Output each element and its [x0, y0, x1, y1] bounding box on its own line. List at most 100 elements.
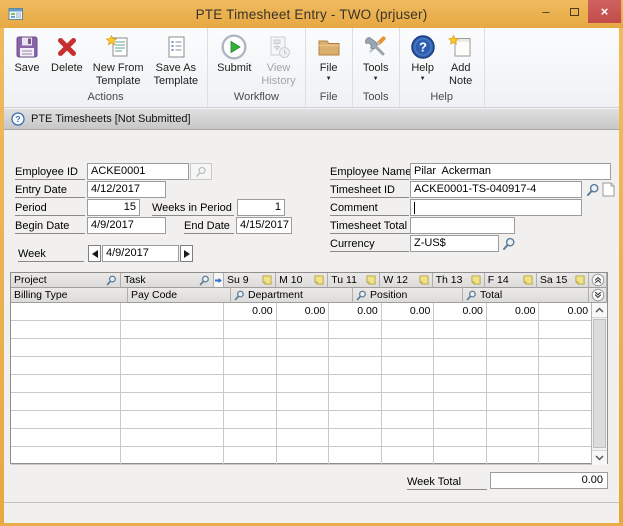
day-cell[interactable]	[539, 339, 591, 356]
day-cell[interactable]	[487, 357, 540, 374]
entry-date-field[interactable]: 4/12/2017	[87, 181, 166, 198]
day-cell[interactable]	[434, 375, 487, 392]
day-cell[interactable]	[539, 447, 591, 464]
note-icon[interactable]	[523, 275, 533, 285]
hours-cell[interactable]: 0.00	[224, 303, 277, 320]
day-cell[interactable]	[382, 411, 435, 428]
grid-empty-row[interactable]	[11, 393, 591, 411]
day-cell[interactable]	[487, 375, 540, 392]
save-as-template-button[interactable]: Save As Template	[149, 31, 204, 88]
begin-date-field[interactable]: 4/9/2017	[87, 217, 166, 234]
day-cell[interactable]	[224, 375, 277, 392]
project-cell[interactable]	[11, 447, 121, 464]
day-cell[interactable]	[277, 357, 330, 374]
grid-empty-row[interactable]	[11, 429, 591, 447]
note-icon[interactable]	[419, 275, 429, 285]
maximize-button[interactable]	[560, 0, 588, 23]
task-cell[interactable]	[121, 303, 224, 320]
end-date-field[interactable]: 4/15/2017	[236, 217, 292, 234]
new-from-template-button[interactable]: New From Template	[88, 31, 149, 88]
day-cell[interactable]	[329, 321, 382, 338]
day-cell[interactable]	[434, 429, 487, 446]
project-cell[interactable]	[11, 375, 121, 392]
day-cell[interactable]	[277, 321, 330, 338]
currency-lookup-icon[interactable]	[501, 236, 517, 251]
task-lookup-icon[interactable]	[199, 275, 210, 286]
project-lookup-icon[interactable]	[106, 275, 117, 286]
employee-id-field[interactable]: ACKE0001	[87, 163, 189, 180]
timesheet-id-field[interactable]: ACKE0001-TS-040917-4	[410, 181, 582, 198]
day-cell[interactable]	[382, 429, 435, 446]
hours-cell[interactable]: 0.00	[539, 303, 591, 320]
hours-cell[interactable]: 0.00	[382, 303, 435, 320]
day-cell[interactable]	[487, 321, 540, 338]
day-cell[interactable]	[329, 375, 382, 392]
grid-empty-row[interactable]	[11, 357, 591, 375]
week-next-button[interactable]	[180, 245, 193, 262]
day-cell[interactable]	[434, 321, 487, 338]
task-cell[interactable]	[121, 357, 224, 374]
project-cell[interactable]	[11, 411, 121, 428]
grid-empty-row[interactable]	[11, 321, 591, 339]
day-cell[interactable]	[277, 393, 330, 410]
vertical-scrollbar[interactable]	[591, 303, 607, 465]
project-cell[interactable]	[11, 303, 121, 320]
day-cell[interactable]	[224, 321, 277, 338]
day-cell[interactable]	[224, 411, 277, 428]
grid-empty-row[interactable]	[11, 339, 591, 357]
timesheet-id-note-icon[interactable]	[601, 181, 616, 198]
close-button[interactable]: ×	[588, 0, 621, 23]
day-cell[interactable]	[487, 429, 540, 446]
grid-empty-row[interactable]	[11, 447, 591, 465]
project-cell[interactable]	[11, 429, 121, 446]
hours-cell[interactable]: 0.00	[277, 303, 330, 320]
day-cell[interactable]	[224, 447, 277, 464]
day-cell[interactable]	[224, 339, 277, 356]
week-prev-button[interactable]	[88, 245, 101, 262]
day-cell[interactable]	[434, 357, 487, 374]
day-cell[interactable]	[487, 447, 540, 464]
submit-button[interactable]: Submit	[212, 31, 256, 76]
help-button[interactable]: ? Help ▼	[404, 31, 442, 84]
day-cell[interactable]	[382, 357, 435, 374]
task-cell[interactable]	[121, 411, 224, 428]
save-button[interactable]: Save	[8, 31, 46, 76]
day-cell[interactable]	[539, 357, 591, 374]
day-cell[interactable]	[329, 447, 382, 464]
task-cell[interactable]	[121, 339, 224, 356]
day-cell[interactable]	[329, 429, 382, 446]
day-cell[interactable]	[382, 447, 435, 464]
scroll-up-icon[interactable]	[592, 303, 607, 318]
hours-cell[interactable]: 0.00	[487, 303, 540, 320]
add-note-button[interactable]: Add Note	[442, 31, 480, 88]
note-icon[interactable]	[366, 275, 376, 285]
day-cell[interactable]	[277, 447, 330, 464]
day-cell[interactable]	[539, 375, 591, 392]
day-cell[interactable]	[382, 375, 435, 392]
expand-rows-button[interactable]	[589, 288, 607, 303]
day-cell[interactable]	[434, 411, 487, 428]
grid-empty-row[interactable]	[11, 375, 591, 393]
comment-field[interactable]	[410, 199, 582, 216]
day-cell[interactable]	[539, 411, 591, 428]
position-lookup-icon[interactable]	[356, 290, 367, 301]
scroll-down-icon[interactable]	[592, 450, 607, 465]
task-cell[interactable]	[121, 447, 224, 464]
expand-arrow-icon[interactable]	[214, 273, 224, 288]
hours-cell[interactable]: 0.00	[329, 303, 382, 320]
day-cell[interactable]	[487, 339, 540, 356]
task-cell[interactable]	[121, 375, 224, 392]
day-cell[interactable]	[224, 393, 277, 410]
note-icon[interactable]	[471, 275, 481, 285]
day-cell[interactable]	[224, 357, 277, 374]
project-cell[interactable]	[11, 321, 121, 338]
hours-cell[interactable]: 0.00	[434, 303, 487, 320]
day-cell[interactable]	[487, 393, 540, 410]
day-cell[interactable]	[277, 375, 330, 392]
minimize-button[interactable]: –	[532, 0, 560, 23]
day-cell[interactable]	[329, 357, 382, 374]
day-cell[interactable]	[434, 447, 487, 464]
note-icon[interactable]	[575, 275, 585, 285]
weeks-in-period-field[interactable]: 1	[237, 199, 285, 216]
day-cell[interactable]	[539, 393, 591, 410]
